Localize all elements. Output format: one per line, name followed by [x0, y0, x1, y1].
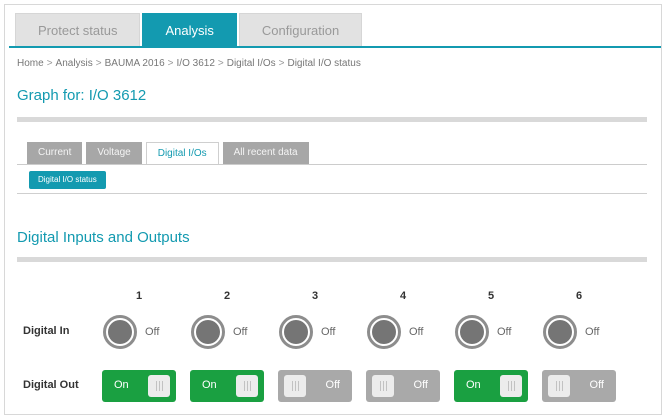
digital-out-toggle-5[interactable]: On [454, 370, 528, 402]
toggle-state-label: Off [413, 379, 428, 391]
digital-io-status-button[interactable]: Digital I/O status [29, 171, 106, 189]
sub-tab-bar: Current Voltage Digital I/Os All recent … [27, 142, 313, 165]
breadcrumb: Home > Analysis > BAUMA 2016 > I/O 3612 > Digita… [17, 58, 361, 69]
tab-underline [9, 46, 661, 48]
digital-in-4: Off [367, 315, 423, 349]
digital-in-state: Off [497, 326, 512, 338]
digital-in-state: Off [233, 326, 248, 338]
top-tab-bar: Protect status Analysis Configuration [15, 13, 364, 47]
breadcrumb-current-page: Digital I/O status [287, 58, 361, 69]
toggle-state-label: Off [589, 379, 604, 391]
toggle-handle-icon [236, 375, 258, 397]
digital-in-3: Off [279, 315, 335, 349]
toggle-handle-icon [500, 375, 522, 397]
section-title: Digital Inputs and Outputs [17, 229, 190, 246]
tab-all-recent-data[interactable]: All recent data [222, 142, 309, 164]
digital-in-2: Off [191, 315, 247, 349]
sub-tab-underline [17, 164, 647, 165]
tab-configuration[interactable]: Configuration [238, 13, 363, 47]
section-title-divider [17, 257, 647, 262]
row-label-digital-out: Digital Out [23, 379, 79, 391]
tab-protect-status[interactable]: Protect status [15, 13, 141, 47]
indicator-led-icon [279, 315, 313, 349]
breadcrumb-digital-ios[interactable]: Digital I/Os [227, 58, 276, 69]
app-frame: Protect status Analysis Configuration Ho… [4, 4, 662, 415]
digital-in-5: Off [455, 315, 511, 349]
tab-voltage[interactable]: Voltage [86, 142, 142, 164]
toggle-state-label: On [466, 379, 481, 391]
breadcrumb-project[interactable]: BAUMA 2016 [105, 58, 165, 69]
digital-in-state: Off [585, 326, 600, 338]
digital-in-state: Off [409, 326, 424, 338]
digital-out-toggle-6[interactable]: Off [542, 370, 616, 402]
toggle-handle-icon [548, 375, 570, 397]
digital-out-toggle-1[interactable]: On [102, 370, 176, 402]
digital-out-toggle-3[interactable]: Off [278, 370, 352, 402]
breadcrumb-chevron-icon: > [46, 58, 53, 69]
tab-current[interactable]: Current [27, 142, 83, 164]
tab-analysis[interactable]: Analysis [142, 13, 237, 47]
toggle-state-label: On [114, 379, 129, 391]
indicator-led-icon [455, 315, 489, 349]
column-header-4: 4 [399, 290, 407, 302]
breadcrumb-chevron-icon: > [167, 58, 174, 69]
tab-digital-ios[interactable]: Digital I/Os [145, 142, 219, 165]
toggle-handle-icon [148, 375, 170, 397]
indicator-led-icon [191, 315, 225, 349]
breadcrumb-chevron-icon: > [95, 58, 102, 69]
digital-out-toggle-4[interactable]: Off [366, 370, 440, 402]
column-header-3: 3 [311, 290, 319, 302]
page-title: Graph for: I/O 3612 [17, 87, 147, 104]
section-divider [17, 193, 647, 194]
column-header-2: 2 [223, 290, 231, 302]
row-label-digital-in: Digital In [23, 325, 70, 337]
digital-in-6: Off [543, 315, 599, 349]
breadcrumb-chevron-icon: > [278, 58, 285, 69]
title-divider [17, 117, 647, 122]
breadcrumb-home[interactable]: Home [17, 58, 44, 69]
toggle-handle-icon [372, 375, 394, 397]
indicator-led-icon [367, 315, 401, 349]
toggle-handle-icon [284, 375, 306, 397]
column-header-5: 5 [487, 290, 495, 302]
breadcrumb-chevron-icon: > [217, 58, 224, 69]
breadcrumb-device[interactable]: I/O 3612 [177, 58, 215, 69]
indicator-led-icon [103, 315, 137, 349]
digital-in-state: Off [321, 326, 336, 338]
digital-out-toggle-2[interactable]: On [190, 370, 264, 402]
indicator-led-icon [543, 315, 577, 349]
toggle-state-label: Off [325, 379, 340, 391]
breadcrumb-analysis[interactable]: Analysis [56, 58, 93, 69]
toggle-state-label: On [202, 379, 217, 391]
column-header-6: 6 [575, 290, 583, 302]
column-header-1: 1 [135, 290, 143, 302]
digital-in-state: Off [145, 326, 160, 338]
digital-in-1: Off [103, 315, 159, 349]
